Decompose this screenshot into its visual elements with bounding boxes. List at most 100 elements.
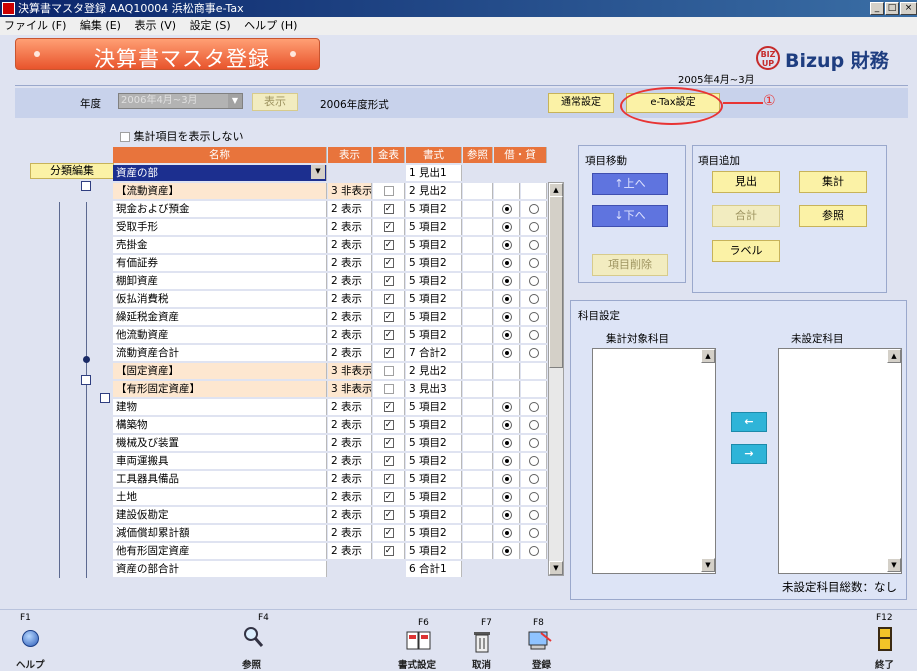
row-format[interactable]: 5 項目2 bbox=[406, 507, 462, 523]
debit-radio[interactable] bbox=[501, 330, 512, 340]
row-format[interactable]: 5 項目2 bbox=[406, 417, 462, 433]
row-name[interactable]: 建設仮勘定 bbox=[113, 507, 327, 523]
row-format[interactable]: 5 項目2 bbox=[406, 201, 462, 217]
debit-radio[interactable] bbox=[501, 402, 512, 412]
table-row[interactable]: 構築物 2 表示 ✓ 5 項目2 bbox=[113, 416, 547, 434]
row-name[interactable]: 有価証券 bbox=[113, 255, 327, 271]
row-debit[interactable] bbox=[494, 363, 520, 379]
target-account-list[interactable] bbox=[592, 348, 716, 574]
row-format[interactable]: 5 項目2 bbox=[406, 255, 462, 271]
debit-radio[interactable] bbox=[501, 474, 512, 484]
row-reference[interactable] bbox=[463, 489, 493, 505]
row-amount[interactable] bbox=[373, 165, 405, 181]
row-amount[interactable]: ✓ bbox=[373, 489, 405, 505]
table-row[interactable]: 他有形固定資産 2 表示 ✓ 5 項目2 bbox=[113, 542, 547, 560]
row-debit[interactable] bbox=[494, 453, 520, 469]
year-select[interactable]: 2006年4月~3月 bbox=[118, 93, 243, 109]
row-name[interactable]: 建物 bbox=[113, 399, 327, 415]
row-credit[interactable] bbox=[521, 327, 547, 343]
unset-account-list[interactable] bbox=[778, 348, 902, 574]
row-amount[interactable]: ✓ bbox=[373, 435, 405, 451]
table-row[interactable]: 仮払消費税 2 表示 ✓ 5 項目2 bbox=[113, 290, 547, 308]
row-debit[interactable] bbox=[494, 399, 520, 415]
debit-radio[interactable] bbox=[501, 456, 512, 466]
row-reference[interactable] bbox=[463, 543, 493, 559]
row-name[interactable]: 繰延税金資産 bbox=[113, 309, 327, 325]
row-reference[interactable] bbox=[463, 453, 493, 469]
row-display[interactable]: 2 表示 bbox=[328, 309, 372, 325]
move-right-button[interactable]: → bbox=[731, 444, 767, 464]
row-format[interactable]: 5 項目2 bbox=[406, 399, 462, 415]
book-icon[interactable] bbox=[406, 630, 432, 652]
row-reference[interactable] bbox=[463, 363, 493, 379]
row-amount[interactable]: ✓ bbox=[373, 399, 405, 415]
row-format[interactable]: 5 項目2 bbox=[406, 453, 462, 469]
menu-help[interactable]: ヘルプ (H) bbox=[244, 19, 297, 32]
row-credit[interactable] bbox=[521, 255, 547, 271]
table-row[interactable]: 建設仮勘定 2 表示 ✓ 5 項目2 bbox=[113, 506, 547, 524]
table-row[interactable]: 他流動資産 2 表示 ✓ 5 項目2 bbox=[113, 326, 547, 344]
tree-node-fixed-assets[interactable] bbox=[81, 375, 91, 385]
row-amount[interactable]: ✓ bbox=[373, 453, 405, 469]
add-subtotal-button[interactable]: 合計 bbox=[712, 205, 780, 227]
table-row[interactable]: 有価証券 2 表示 ✓ 5 項目2 bbox=[113, 254, 547, 272]
row-reference[interactable] bbox=[463, 471, 493, 487]
row-display[interactable] bbox=[328, 165, 372, 181]
row-debit[interactable] bbox=[494, 561, 520, 577]
credit-radio[interactable] bbox=[528, 420, 539, 430]
row-display[interactable]: 2 表示 bbox=[328, 219, 372, 235]
row-format[interactable]: 5 項目2 bbox=[406, 327, 462, 343]
row-amount[interactable]: ✓ bbox=[373, 543, 405, 559]
debit-radio[interactable] bbox=[501, 258, 512, 268]
table-row[interactable]: 【有形固定資産】 3 非表示 3 見出3 bbox=[113, 380, 547, 398]
row-amount[interactable]: ✓ bbox=[373, 219, 405, 235]
row-name[interactable]: 【流動資産】 bbox=[113, 183, 327, 199]
row-credit[interactable] bbox=[521, 471, 547, 487]
row-display[interactable]: 2 表示 bbox=[328, 417, 372, 433]
row-debit[interactable] bbox=[494, 543, 520, 559]
amount-checkbox[interactable] bbox=[383, 366, 394, 376]
row-format[interactable]: 5 項目2 bbox=[406, 273, 462, 289]
row-reference[interactable] bbox=[463, 381, 493, 397]
row-display[interactable]: 2 表示 bbox=[328, 507, 372, 523]
table-row[interactable]: 流動資産合計 2 表示 ✓ 7 合計2 bbox=[113, 344, 547, 362]
table-row[interactable]: 機械及び装置 2 表示 ✓ 5 項目2 bbox=[113, 434, 547, 452]
show-button[interactable]: 表示 bbox=[252, 93, 298, 111]
debit-radio[interactable] bbox=[501, 222, 512, 232]
row-credit[interactable] bbox=[521, 309, 547, 325]
reference-label[interactable]: 参照 bbox=[242, 657, 261, 671]
row-display[interactable]: 2 表示 bbox=[328, 525, 372, 541]
row-format[interactable]: 5 項目2 bbox=[406, 309, 462, 325]
row-reference[interactable] bbox=[463, 561, 493, 577]
exit-door-icon[interactable] bbox=[876, 626, 894, 652]
trash-icon[interactable] bbox=[473, 629, 491, 653]
row-name[interactable]: 他有形固定資産 bbox=[113, 543, 327, 559]
row-credit[interactable] bbox=[521, 219, 547, 235]
amount-checkbox[interactable]: ✓ bbox=[383, 348, 394, 358]
credit-radio[interactable] bbox=[528, 492, 539, 502]
amount-checkbox[interactable]: ✓ bbox=[383, 222, 394, 232]
scroll-down-icon[interactable]: ▼ bbox=[549, 561, 563, 575]
row-debit[interactable] bbox=[494, 273, 520, 289]
row-credit[interactable] bbox=[521, 165, 547, 181]
row-credit[interactable] bbox=[521, 345, 547, 361]
amount-checkbox[interactable]: ✓ bbox=[383, 546, 394, 556]
cancel-label[interactable]: 取消 bbox=[472, 657, 491, 671]
table-row[interactable]: 【固定資産】 3 非表示 2 見出2 bbox=[113, 362, 547, 380]
row-reference[interactable] bbox=[463, 237, 493, 253]
amount-checkbox[interactable]: ✓ bbox=[383, 474, 394, 484]
row-display[interactable]: 3 非表示 bbox=[328, 381, 372, 397]
credit-radio[interactable] bbox=[528, 258, 539, 268]
row-debit[interactable] bbox=[494, 327, 520, 343]
row-debit[interactable] bbox=[494, 219, 520, 235]
format-settings-label[interactable]: 書式設定 bbox=[398, 657, 436, 671]
add-total-button[interactable]: 集計 bbox=[799, 171, 867, 193]
close-icon[interactable]: × bbox=[900, 2, 917, 15]
credit-radio[interactable] bbox=[528, 528, 539, 538]
amount-checkbox[interactable]: ✓ bbox=[383, 402, 394, 412]
menu-edit[interactable]: 編集 (E) bbox=[80, 19, 121, 32]
row-credit[interactable] bbox=[521, 363, 547, 379]
row-amount[interactable]: ✓ bbox=[373, 273, 405, 289]
credit-radio[interactable] bbox=[528, 330, 539, 340]
add-heading-button[interactable]: 見出 bbox=[712, 171, 780, 193]
